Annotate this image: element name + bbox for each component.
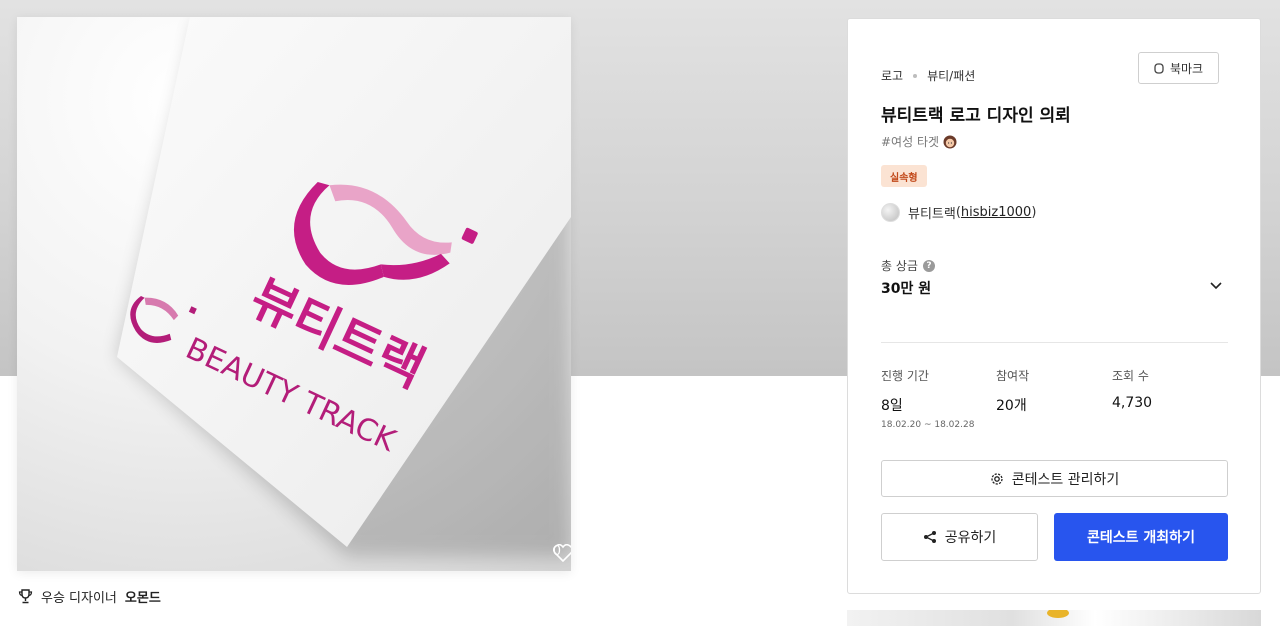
help-icon[interactable]: ? xyxy=(922,259,935,272)
like-button[interactable]: 0 xyxy=(552,544,571,562)
client-avatar xyxy=(881,203,900,222)
trophy-icon xyxy=(18,589,33,604)
stat-views: 조회 수 4,730 xyxy=(1112,367,1152,411)
manage-contest-label: 콘테스트 관리하기 xyxy=(1011,471,1120,488)
coin-image xyxy=(1047,610,1069,618)
host-contest-button[interactable]: 콘테스트 개최하기 xyxy=(1054,513,1228,561)
stat-entries: 참여작 20개 xyxy=(996,367,1029,415)
client-name: 뷰티트랙 xyxy=(908,207,956,222)
stat-label: 조회 수 xyxy=(1112,369,1149,383)
stat-label: 진행 기간 xyxy=(881,369,929,383)
contest-title: 뷰티트랙 로고 디자인 의뢰 xyxy=(881,106,1071,126)
stat-date-range: 18.02.20 ~ 18.02.28 xyxy=(881,420,975,430)
breadcrumb-subcategory[interactable]: 뷰티/패션 xyxy=(927,67,975,84)
stat-value: 20개 xyxy=(996,398,1027,414)
grade-badge: 실속형 xyxy=(881,165,927,187)
section-divider xyxy=(881,342,1228,343)
prize-label-text: 총 상금 xyxy=(881,259,918,273)
breadcrumb: 로고 뷰티/패션 xyxy=(881,67,975,84)
manage-contest-button[interactable]: 콘테스트 관리하기 xyxy=(881,460,1228,497)
stat-value: 8일 xyxy=(881,398,903,414)
chevron-down-icon[interactable] xyxy=(1208,277,1224,293)
share-button[interactable]: 공유하기 xyxy=(881,513,1038,561)
stat-label: 참여작 xyxy=(996,369,1030,383)
winner-name[interactable]: 오몬드 xyxy=(125,587,161,606)
gear-icon xyxy=(991,472,1003,485)
share-icon xyxy=(923,531,936,543)
contest-tags: #여성 타겟 xyxy=(881,133,957,150)
contest-image[interactable]: 뷰티트랙 BEAUTY TRACK 0 xyxy=(17,17,571,571)
client-info: 뷰티트랙(hisbiz1000) xyxy=(881,203,1036,222)
winner-label: 우승 디자이너 xyxy=(41,591,117,606)
breadcrumb-category[interactable]: 로고 xyxy=(881,67,903,84)
bookmark-button[interactable]: 북마크 xyxy=(1138,52,1219,84)
winner-designer: 우승 디자이너 오몬드 xyxy=(18,587,161,606)
business-card-mockup: 뷰티트랙 BEAUTY TRACK xyxy=(117,17,571,557)
breadcrumb-separator xyxy=(913,73,918,78)
stat-duration: 진행 기간 8일 18.02.20 ~ 18.02.28 xyxy=(881,367,974,430)
heart-icon xyxy=(552,544,571,562)
bookmark-label: 북마크 xyxy=(1169,61,1204,76)
bookmark-icon xyxy=(1154,62,1164,74)
next-section-preview xyxy=(847,610,1261,626)
contest-info-card: 로고 뷰티/패션 북마크 뷰티트랙 로고 디자인 의뢰 #여성 타겟 실속형 뷰… xyxy=(847,18,1261,594)
client-handle-link[interactable]: hisbiz1000 xyxy=(961,205,1031,220)
prize-label: 총 상금 ? xyxy=(881,257,935,274)
target-tag[interactable]: #여성 타겟 xyxy=(881,133,939,150)
woman-emoji-icon xyxy=(943,135,957,148)
host-contest-label: 콘테스트 개최하기 xyxy=(1087,530,1195,546)
stat-value: 4,730 xyxy=(1112,395,1153,411)
share-label: 공유하기 xyxy=(944,530,997,546)
prize-value: 30만 원 xyxy=(881,281,932,297)
